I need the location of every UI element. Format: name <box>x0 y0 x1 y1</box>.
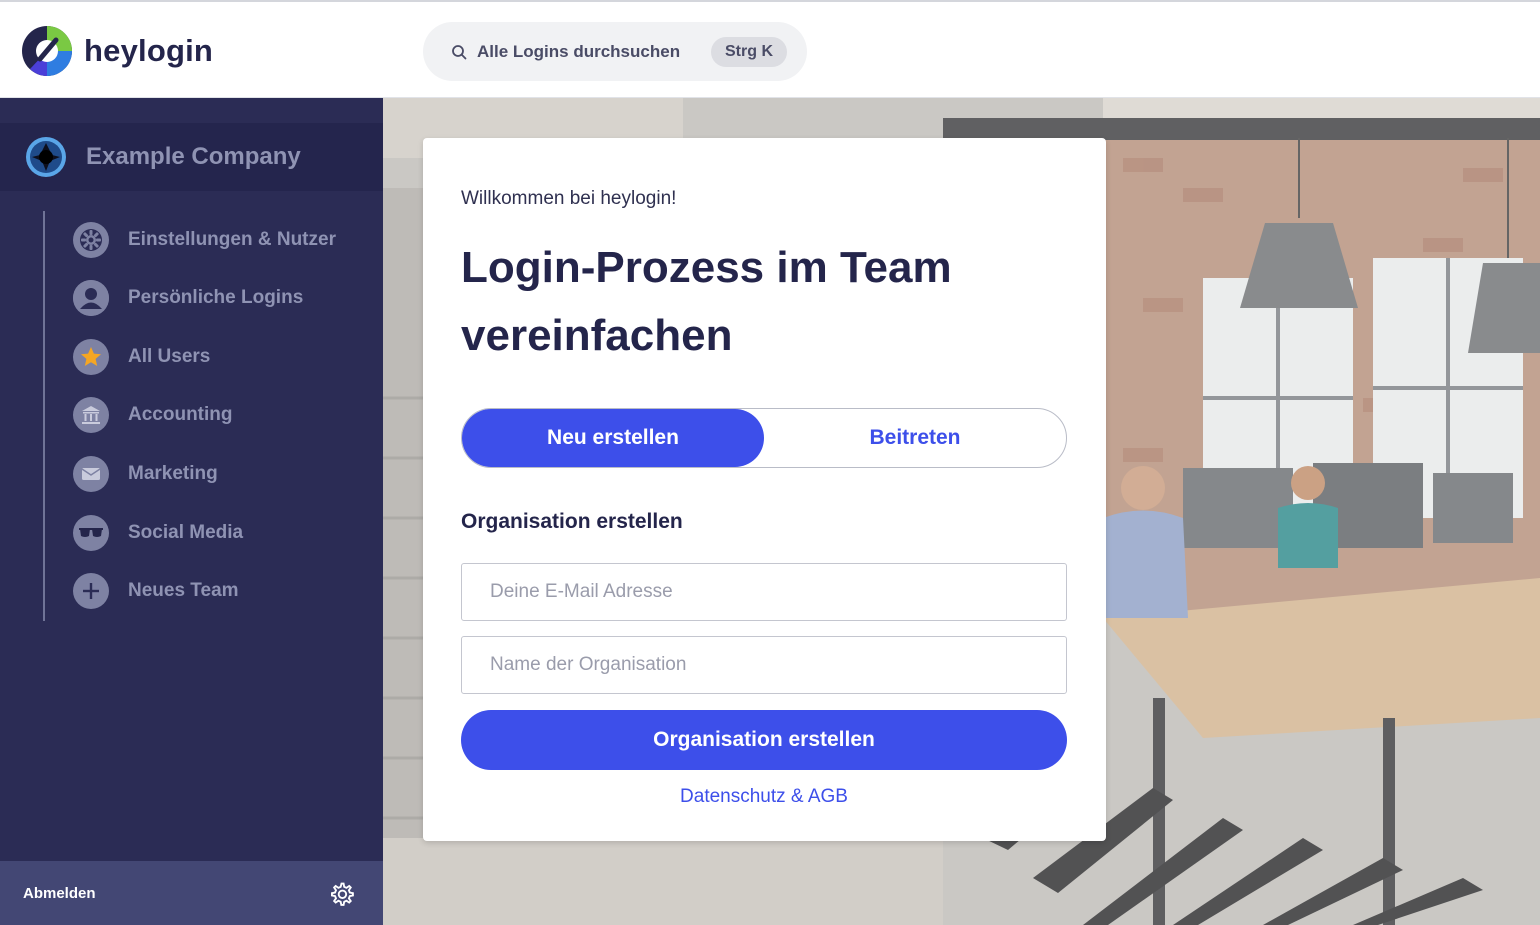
tab-new-create[interactable]: Neu erstellen <box>462 409 764 467</box>
sidebar-item-settings-users[interactable]: Einstellungen & Nutzer <box>73 220 336 260</box>
top-header: heylogin Alle Logins durchsuchen Strg K <box>0 0 1540 98</box>
welcome-text: Willkommen bei heylogin! <box>461 188 677 209</box>
sidebar: Example Company Einstellungen & Nutzer P… <box>0 98 383 925</box>
sidebar-item-marketing[interactable]: Marketing <box>73 454 218 494</box>
sidebar-item-social-media[interactable]: Social Media <box>73 513 243 553</box>
sidebar-footer: Abmelden <box>0 861 383 925</box>
sidebar-item-accounting[interactable]: Accounting <box>73 395 233 435</box>
section-title: Organisation erstellen <box>461 510 683 533</box>
sidebar-item-all-users[interactable]: All Users <box>73 337 210 377</box>
page-title: Login-Prozess im Team vereinfachen <box>461 243 952 360</box>
sidebar-item-personal-logins[interactable]: Persönliche Logins <box>73 278 303 318</box>
sidebar-item-label: Accounting <box>128 404 233 425</box>
search-placeholder: Alle Logins durchsuchen <box>477 41 681 61</box>
search-box[interactable]: Alle Logins durchsuchen Strg K <box>423 22 807 81</box>
brand-name: heylogin <box>84 33 214 68</box>
sidebar-item-label: Einstellungen & Nutzer <box>128 229 336 250</box>
settings-gear-icon[interactable] <box>328 881 355 908</box>
create-organisation-card: Willkommen bei heylogin! Login-Prozess i… <box>423 138 1106 841</box>
search-icon <box>452 44 467 59</box>
tree-line <box>43 211 45 621</box>
brand-logo[interactable]: heylogin <box>22 26 213 76</box>
company-name: Example Company <box>86 143 301 170</box>
company-switcher[interactable]: Example Company <box>0 123 383 191</box>
gear-icon <box>73 222 109 258</box>
sidebar-item-label: All Users <box>128 346 211 367</box>
sidebar-item-label: Persönliche Logins <box>128 287 304 308</box>
create-organisation-button[interactable]: Organisation erstellen <box>461 710 1067 770</box>
logout-button[interactable]: Abmelden <box>23 885 96 902</box>
tab-join[interactable]: Beitreten <box>764 409 1066 467</box>
bank-icon <box>73 397 109 433</box>
privacy-terms-link[interactable]: Datenschutz & AGB <box>461 786 1067 808</box>
star-icon <box>73 339 109 375</box>
sidebar-item-label: Marketing <box>128 463 218 484</box>
email-field[interactable] <box>461 563 1067 621</box>
plus-icon <box>73 573 109 609</box>
sidebar-item-label: Neues Team <box>128 580 239 601</box>
mode-toggle: Neu erstellen Beitreten <box>461 408 1067 468</box>
search-shortcut-badge: Strg K <box>711 37 787 67</box>
heylogin-logo-icon <box>22 26 72 76</box>
sidebar-item-new-team[interactable]: Neues Team <box>73 571 239 611</box>
sidebar-item-label: Social Media <box>128 522 244 543</box>
company-avatar-icon <box>26 137 66 177</box>
organisation-name-field[interactable] <box>461 636 1067 694</box>
user-icon <box>73 280 109 316</box>
envelope-icon <box>73 456 109 492</box>
sunglasses-icon <box>73 515 109 551</box>
